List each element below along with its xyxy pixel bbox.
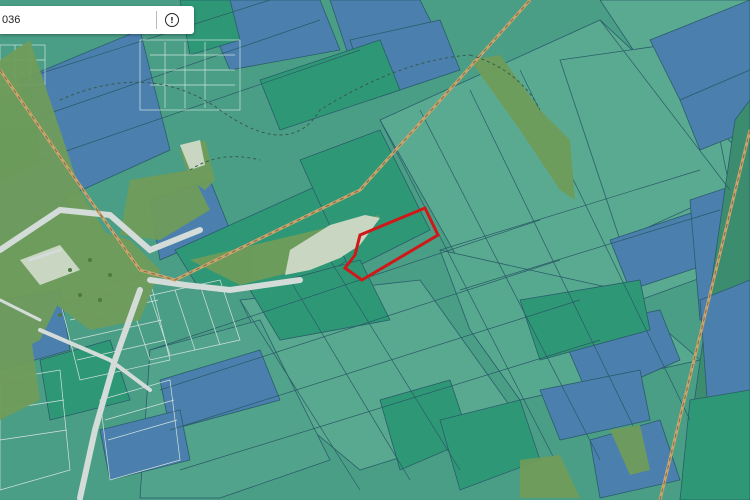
search-input[interactable] <box>0 9 152 31</box>
search-box: ! <box>0 6 194 34</box>
info-icon[interactable]: ! <box>165 13 179 27</box>
cadastral-map[interactable] <box>0 0 750 500</box>
search-divider <box>156 11 157 29</box>
